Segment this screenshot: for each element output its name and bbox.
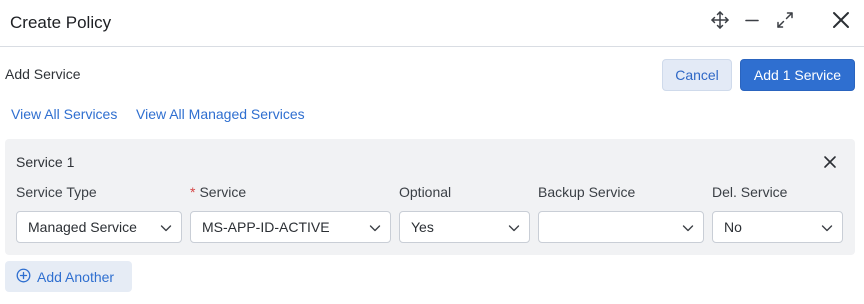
backup-service-label: Backup Service — [538, 184, 636, 200]
view-all-managed-services-link[interactable]: View All Managed Services — [136, 106, 305, 122]
chevron-down-icon — [508, 221, 520, 237]
del-service-value: No — [724, 219, 742, 235]
service-type-value: Managed Service — [28, 219, 137, 235]
service-card-title: Service 1 — [16, 154, 75, 170]
service-label: * Service — [190, 184, 246, 200]
required-marker: * — [190, 184, 196, 200]
service-card: Service 1 Service Type * Service Optional… — [5, 139, 855, 255]
service-label-text: Service — [199, 184, 247, 200]
chevron-down-icon — [369, 221, 381, 237]
service-type-label: Service Type — [16, 184, 97, 200]
chevron-down-icon — [682, 221, 694, 237]
close-icon[interactable] — [829, 8, 853, 32]
move-icon[interactable] — [708, 8, 732, 32]
dialog-title: Create Policy — [10, 13, 112, 32]
cancel-button[interactable]: Cancel — [662, 59, 732, 91]
backup-service-select[interactable] — [538, 211, 704, 243]
remove-service-icon[interactable] — [820, 152, 840, 172]
service-select[interactable]: MS-APP-ID-ACTIVE — [190, 211, 391, 243]
chevron-down-icon — [821, 221, 833, 237]
optional-value: Yes — [411, 219, 434, 235]
view-all-services-link[interactable]: View All Services — [11, 106, 117, 122]
del-service-select[interactable]: No — [712, 211, 843, 243]
del-service-label: Del. Service — [712, 184, 788, 200]
optional-select[interactable]: Yes — [399, 211, 530, 243]
add-another-button[interactable]: Add Another — [5, 261, 132, 292]
expand-icon[interactable] — [773, 8, 797, 32]
add-service-button[interactable]: Add 1 Service — [740, 59, 855, 91]
minimize-icon[interactable] — [740, 8, 764, 32]
plus-circle-icon — [16, 268, 37, 286]
service-type-select[interactable]: Managed Service — [16, 211, 182, 243]
dialog-titlebar: Create Policy — [0, 0, 864, 47]
section-heading: Add Service — [5, 66, 81, 82]
add-another-label: Add Another — [37, 268, 115, 285]
optional-label: Optional — [399, 184, 452, 200]
chevron-down-icon — [160, 221, 172, 237]
service-value: MS-APP-ID-ACTIVE — [202, 219, 330, 235]
